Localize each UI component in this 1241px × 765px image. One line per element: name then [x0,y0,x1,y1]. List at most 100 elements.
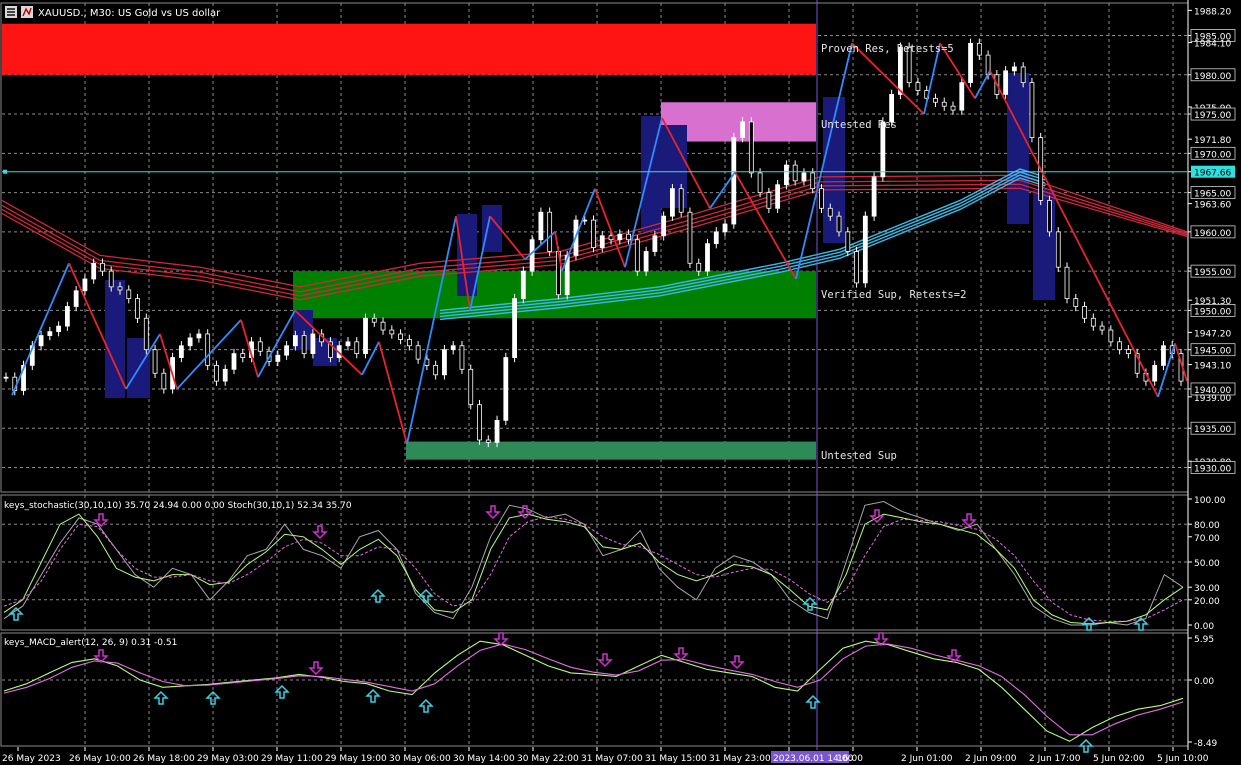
candle-body [784,164,789,186]
candle-body [862,215,868,284]
candle-body [257,341,263,352]
candle-body [1064,266,1070,300]
time-tick-label: 5 Jun 10:00 [1157,754,1209,764]
candle-body [100,262,105,272]
candle-body [152,349,158,374]
candle-body [1082,306,1087,319]
candle-body [670,188,675,217]
stoch-tick-label: 30.00 [1194,584,1220,594]
price-tick-label: 1988.20 [1194,7,1231,17]
price-tick-label: 1955.00 [1194,268,1231,278]
candle-body [82,278,88,292]
candle-body [380,321,386,331]
price-tick-label: 1980.00 [1194,72,1231,82]
current-price-text: 1967.66 [1194,169,1231,179]
time-tick-label: 30 May 14:00 [453,754,515,764]
candle-body [792,164,798,182]
candle-body [468,368,474,406]
candle-body [433,364,439,376]
candle-body [485,439,491,443]
price-tick-label: 1970.00 [1194,150,1231,160]
candle-body [187,337,193,347]
candle-body [512,298,517,358]
time-tick-label: 30 May 06:00 [389,754,451,764]
candle-body [178,345,184,358]
candle-body [1152,364,1158,382]
candle-body [3,376,9,379]
candle-body [406,339,412,347]
time-tick-label: 31 May 23:00 [709,754,771,764]
candle-body [705,243,710,272]
candle-body [819,188,824,209]
price-tick-label: 1984.10 [1194,40,1231,50]
candle-body [91,262,97,280]
candle-body [757,172,763,193]
time-tick-label: 29 May 19:00 [325,754,387,764]
time-tick-label: 2 Jun 17:00 [1029,754,1081,764]
candle-body [371,317,377,323]
symbol-icon-bar [7,14,15,16]
candle-body [345,341,351,347]
price-tick-label: 1935.00 [1194,425,1231,435]
candle-body [1055,231,1061,268]
candle-body [775,184,781,209]
price-tick-label: 1971.80 [1194,136,1231,146]
stoch-tick-label: 20.00 [1194,597,1220,607]
price-tick-label: 1945.00 [1194,347,1231,357]
candle-body [547,211,553,252]
zone-label: Proven Res, Retests=5 [821,43,954,55]
candle-body [450,345,456,351]
candle-body [599,235,605,248]
candle-body [126,289,132,300]
candle-body [292,335,298,347]
stoch-tick-label: 70.00 [1194,534,1220,544]
price-tick-label: 1960.00 [1194,229,1231,239]
timeframe-icon[interactable] [21,6,33,18]
candle-body [915,82,921,91]
candle-body [301,335,307,355]
macd-label: keys_MACD_alert(12, 26, 9) 0.31 -0.51 [4,638,177,648]
zone-rect [2,23,816,75]
zone-label: Untested Sup [821,450,897,462]
candle-body [214,364,219,382]
zone-label: Untested Res [821,119,897,131]
candle-body [696,262,702,272]
candle-body [1003,70,1009,95]
zone-label: Verified Sup, Retests=2 [821,289,966,301]
candle-body [310,333,316,355]
candle-body [354,341,360,355]
candle-body [1029,82,1035,139]
time-tick-label: 2 Jun 09:00 [965,754,1017,764]
candle-body [687,211,693,264]
candle-body [652,235,658,252]
candle-body [950,105,956,111]
price-tick-label: 1963.60 [1194,201,1231,211]
candle-body [494,419,500,443]
current-price-handle [3,169,7,174]
chart-header: XAUUSD., M30: US Gold vs US dollar [5,6,221,19]
symbol-icon-bar [7,11,15,13]
chart-background [0,0,1241,765]
candle-body [731,137,737,225]
candle-body [871,176,877,217]
candle-body [801,172,807,182]
candle-body [976,42,982,56]
trading-chart[interactable]: Proven Res, Retests=5 Untested Res Verifie… [0,0,1241,765]
candle-body [389,329,395,335]
candle-body [845,231,851,252]
candle-body [415,345,421,360]
candle-body [1108,329,1114,343]
candle-body [941,101,947,107]
price-tick-label: 1965.00 [1194,190,1231,200]
symbol-icon[interactable] [5,6,17,18]
candle-body [108,270,114,288]
candle-body [854,251,859,284]
candle-body [161,372,167,390]
time-tick-label: 2 Jun 01:00 [901,754,953,764]
candle-body [748,121,754,174]
time-tick-label: 31 May 15:00 [645,754,707,764]
candle-body [968,42,973,84]
highlight-box [313,338,337,366]
candle-body [442,349,447,376]
candle-body [827,207,833,217]
